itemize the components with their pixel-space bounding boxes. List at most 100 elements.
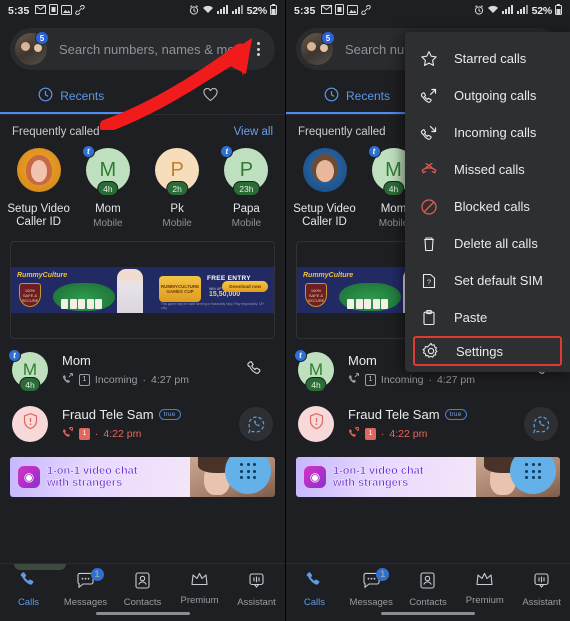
avatar-notification-badge: 5 bbox=[35, 31, 49, 45]
missed-call-icon bbox=[348, 426, 360, 441]
menu-item-starred-calls[interactable]: Starred calls bbox=[405, 40, 570, 77]
menu-item-delete-all-calls[interactable]: Delete all calls bbox=[405, 225, 570, 262]
call-contact-name: Fraud Tele Sam true bbox=[348, 407, 524, 422]
nav-item-premium[interactable]: Premium bbox=[456, 571, 513, 606]
ad-brand-logo: RummyCulture bbox=[303, 272, 354, 279]
overflow-menu-button[interactable] bbox=[247, 38, 269, 60]
search-input[interactable]: Search numbers, names & more bbox=[59, 42, 246, 57]
menu-item-label: Outgoing calls bbox=[454, 88, 537, 103]
video-chat-ad[interactable]: ◉ 1-on-1 video chat with strangers bbox=[10, 457, 275, 497]
nav-item-label: Contacts bbox=[123, 597, 162, 608]
whatsapp-call-button[interactable] bbox=[524, 407, 558, 441]
frequent-contact-name: Setup Video Caller ID bbox=[293, 203, 356, 228]
spam-avatar[interactable] bbox=[12, 406, 48, 442]
sim-indicator: 1 bbox=[79, 427, 90, 440]
signal2-icon bbox=[231, 5, 244, 17]
nav-item-contacts[interactable]: Contacts bbox=[114, 571, 171, 608]
nav-item-messages[interactable]: 1 Messages bbox=[343, 568, 400, 608]
outgoing-call-icon bbox=[419, 86, 438, 105]
contact-avatar[interactable]: M t 4h bbox=[8, 349, 48, 392]
battery-icon bbox=[555, 4, 562, 18]
call-log-row-fraud[interactable]: Fraud Tele Sam true 1 · 4:22 pm bbox=[286, 397, 570, 451]
status-left-icons bbox=[35, 4, 86, 18]
nav-item-label: Messages bbox=[349, 597, 393, 608]
frequently-called-title: Frequently called bbox=[12, 126, 100, 138]
rummy-ad-banner[interactable]: RummyCulture 100% SAFE & SECURE RUMMYCUL… bbox=[11, 267, 274, 313]
history-icon bbox=[38, 87, 53, 105]
call-log-row-mom[interactable]: M t 4h Mom 1 Incoming · 4:27 pm bbox=[0, 343, 285, 397]
gesture-bar bbox=[381, 611, 475, 615]
menu-item-missed-calls[interactable]: Missed calls bbox=[405, 151, 570, 188]
nav-item-assistant[interactable]: Assistant bbox=[228, 571, 285, 608]
status-bar-right: 5:35 52% bbox=[286, 0, 570, 22]
contact-avatar[interactable]: M t 4h bbox=[294, 349, 334, 392]
signal-icon bbox=[501, 5, 514, 17]
status-time: 5:35 bbox=[8, 5, 30, 17]
frequent-contact-subtitle: Mobile bbox=[231, 218, 262, 229]
battery-percent: 52% bbox=[246, 5, 268, 17]
menu-item-settings[interactable]: Settings bbox=[413, 336, 562, 366]
frequent-contact-setup-video[interactable]: Setup Video Caller ID bbox=[4, 148, 73, 229]
ad-disclaimer: This game may be habit forming or financ… bbox=[161, 302, 265, 310]
truecaller-badge-icon: t bbox=[81, 145, 95, 158]
frequent-contact-setup-video[interactable]: Setup Video Caller ID bbox=[290, 148, 359, 229]
shield-icon bbox=[21, 412, 40, 436]
video-chat-ad[interactable]: ◉ 1-on-1 video chat with strangers bbox=[296, 457, 560, 497]
ad-cta-button[interactable]: Download now bbox=[222, 281, 268, 292]
spam-avatar[interactable] bbox=[298, 406, 334, 442]
call-separator: · bbox=[94, 427, 99, 440]
blocked-icon bbox=[419, 197, 438, 216]
call-contact-name: Fraud Tele Sam true bbox=[62, 407, 239, 422]
gear-icon bbox=[421, 342, 440, 361]
nav-item-label: Calls bbox=[303, 597, 325, 608]
video-caller-id-avatar bbox=[16, 148, 61, 192]
ad-person-image bbox=[117, 269, 143, 313]
menu-item-incoming-calls[interactable]: Incoming calls bbox=[405, 114, 570, 151]
view-all-link[interactable]: View all bbox=[234, 126, 273, 138]
tab-favorites[interactable] bbox=[143, 78, 286, 114]
nav-item-label: Assistant bbox=[237, 597, 276, 608]
whatsapp-call-button[interactable] bbox=[239, 407, 273, 441]
menu-item-blocked-calls[interactable]: Blocked calls bbox=[405, 188, 570, 225]
menu-item-outgoing-calls[interactable]: Outgoing calls bbox=[405, 77, 570, 114]
frequent-contact-pk[interactable]: P 2h Pk Mobile bbox=[143, 148, 212, 229]
video-chat-ad-text: 1-on-1 video chat with strangers bbox=[47, 465, 138, 489]
nav-item-contacts[interactable]: Contacts bbox=[400, 571, 457, 608]
nav-item-messages[interactable]: 1 Messages bbox=[57, 568, 114, 608]
sim-indicator: 1 bbox=[79, 373, 90, 386]
heart-icon bbox=[203, 87, 218, 105]
dialpad-icon bbox=[240, 463, 256, 479]
avatar-initial: M bbox=[385, 158, 402, 181]
menu-item-label: Blocked calls bbox=[454, 199, 530, 214]
truecaller-badge-icon: t bbox=[220, 145, 234, 158]
call-meta: 1 · 4:22 pm bbox=[348, 426, 524, 441]
ad-card[interactable]: RummyCulture 100% SAFE & SECURE RUMMYCUL… bbox=[10, 241, 275, 339]
menu-item-paste[interactable]: Paste bbox=[405, 299, 570, 336]
call-back-button[interactable] bbox=[239, 353, 273, 387]
menu-item-label: Starred calls bbox=[454, 51, 527, 66]
assistant-icon bbox=[247, 571, 266, 593]
screenshot-stage: 5:35 52% 5 Search numbers, names & more … bbox=[0, 0, 570, 621]
nav-item-premium[interactable]: Premium bbox=[171, 571, 228, 606]
call-log-row-fraud[interactable]: Fraud Tele Sam true 1 · 4:22 pm bbox=[0, 397, 285, 451]
nav-item-assistant[interactable]: Assistant bbox=[513, 571, 570, 608]
frequent-contact-mom[interactable]: M t 4h Mom Mobile bbox=[73, 145, 142, 229]
frequent-contact-papa[interactable]: P t 23h Papa Mobile bbox=[212, 145, 281, 229]
menu-item-label: Settings bbox=[456, 343, 503, 359]
status-left-icons bbox=[321, 4, 372, 18]
call-time: 4:22 pm bbox=[389, 427, 428, 440]
video-chat-ad-text: 1-on-1 video chat with strangers bbox=[333, 465, 424, 489]
call-time: 4:27 pm bbox=[437, 373, 475, 386]
tab-recents[interactable]: Recents bbox=[0, 78, 143, 114]
menu-item-set-default-sim[interactable]: ? Set default SIM bbox=[405, 262, 570, 299]
gmail-icon bbox=[35, 5, 47, 17]
nav-item-calls[interactable]: Calls bbox=[286, 571, 343, 608]
avatar-initial: P bbox=[239, 158, 254, 181]
menu-item-label: Set default SIM bbox=[454, 273, 543, 288]
search-bar[interactable]: 5 Search numbers, names & more bbox=[10, 28, 275, 70]
menu-item-label: Missed calls bbox=[454, 162, 525, 177]
missed-call-icon bbox=[419, 160, 438, 179]
ad-playing-cards bbox=[61, 299, 102, 309]
nav-item-calls[interactable]: Calls bbox=[0, 571, 57, 608]
frequently-called-list: Setup Video Caller ID M t 4h Mom Mobile … bbox=[0, 138, 285, 229]
